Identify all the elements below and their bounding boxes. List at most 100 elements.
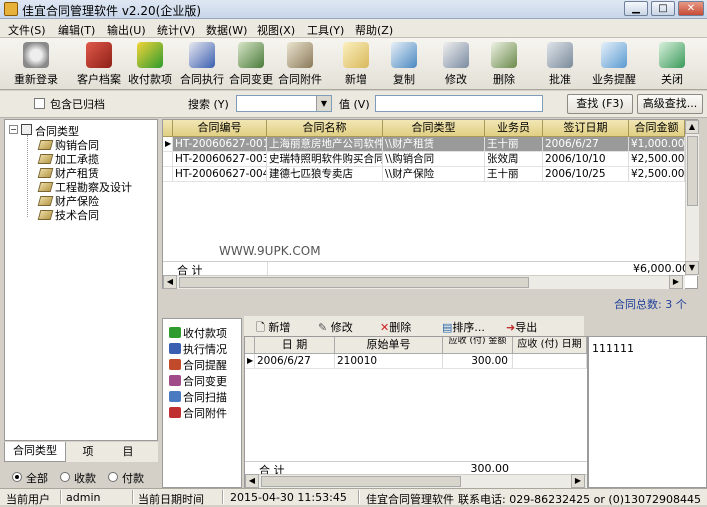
scroll-left-icon[interactable]: ◀ — [163, 275, 177, 289]
scroll-left-icon[interactable]: ◀ — [245, 474, 259, 488]
tab-list[interactable]: 目 — [108, 444, 148, 461]
list-item-attachment[interactable]: 合同附件 — [169, 405, 227, 421]
customer-file-icon — [86, 42, 112, 68]
contract-execute-icon — [189, 42, 215, 68]
add-icon — [343, 42, 369, 68]
radio-all[interactable] — [12, 472, 22, 482]
menu-statistics[interactable]: 统计(V) — [157, 22, 195, 38]
relogin-button[interactable]: 重新登录 — [8, 40, 64, 88]
detail-area: 收付款项 执行情况 合同提醒 合同变更 合同扫描 合同附件 🗋 新增 ✎ 修改 … — [162, 316, 707, 488]
close-window-button[interactable]: ✕ — [678, 1, 704, 16]
memo-text: 111111 — [592, 342, 634, 355]
column-header-contract-name[interactable]: 合同名称 — [267, 120, 383, 137]
radio-income-label: 收款 — [74, 472, 96, 485]
table-row[interactable]: HT-20060627-003 史瑞特照明软件购买合同 \\购销合同 张效周 2… — [163, 152, 685, 167]
detail-total-row: 合 计 300.00 — [245, 461, 587, 477]
table-row[interactable]: ▶ HT-20060627-001 上海丽意房地产公司软件 \\财产租赁 王十丽… — [163, 137, 685, 152]
minimize-button[interactable]: ▁ — [624, 1, 648, 16]
contract-type-tree: − 合同类型 购销合同 加工承揽 财产租赁 工程勘察及设计 财产保险 技术合同 — [4, 119, 158, 441]
book-icon — [37, 196, 54, 206]
vertical-scrollbar[interactable]: ▲ ▼ — [685, 120, 699, 276]
tab-contract-type[interactable]: 合同类型 — [4, 442, 66, 462]
delete-icon — [491, 42, 517, 68]
menu-tools[interactable]: 工具(Y) — [307, 22, 344, 38]
menu-view[interactable]: 视图(X) — [257, 22, 295, 38]
horizontal-scrollbar[interactable]: ◀ ▶ — [163, 275, 685, 289]
tree-guide — [27, 135, 28, 217]
scroll-right-icon[interactable]: ▶ — [571, 474, 585, 488]
column-header-receivable-amount[interactable]: 应收 (付) 金额 — [443, 337, 513, 354]
table-row[interactable]: HT-20060627-004 建德七匹狼专卖店 \\财产保险 王十丽 2006… — [163, 167, 685, 182]
detail-export-button[interactable]: ➜导出 — [506, 319, 537, 335]
book-icon — [37, 210, 54, 220]
approve-button[interactable]: 批准 — [540, 40, 580, 88]
contract-attachment-button[interactable]: 合同附件 — [276, 40, 324, 88]
radio-income[interactable] — [60, 472, 70, 482]
scroll-down-icon[interactable]: ▼ — [685, 261, 699, 275]
app-icon — [4, 2, 18, 16]
column-header-amount[interactable]: 合同金额 — [629, 120, 685, 137]
scroll-up-icon[interactable]: ▲ — [685, 120, 699, 134]
contract-count-label: 合同总数: — [614, 298, 662, 311]
column-header-original-no[interactable]: 原始单号 — [335, 337, 443, 354]
detail-delete-button[interactable]: ✕删除 — [380, 319, 411, 335]
scan-icon — [169, 391, 181, 402]
filter-bar: 包含已归档 搜索 (Y) ▼ 值 (V) 查找 (F3) 高级查找... — [0, 91, 707, 118]
column-header-date[interactable]: 日 期 — [255, 337, 335, 354]
relogin-icon — [23, 42, 49, 68]
table-row[interactable]: ▶ 2006/6/27 210010 300.00 — [245, 354, 587, 369]
include-archived-checkbox[interactable] — [34, 98, 45, 109]
menu-edit[interactable]: 编辑(T) — [58, 22, 95, 38]
list-item-execution[interactable]: 执行情况 — [169, 341, 227, 357]
value-input[interactable] — [375, 95, 543, 112]
collapse-toggle[interactable]: − — [9, 125, 18, 134]
list-item-reminder[interactable]: 合同提醒 — [169, 357, 227, 373]
detail-sort-button[interactable]: ▤排序... — [442, 319, 485, 335]
export-icon: ➜ — [506, 321, 516, 334]
scroll-thumb[interactable] — [261, 476, 461, 487]
reminder-button[interactable]: 业务提醒 — [586, 40, 642, 88]
delete-button[interactable]: 删除 — [484, 40, 524, 88]
attachment-icon — [169, 407, 181, 418]
column-header-sign-date[interactable]: 签订日期 — [543, 120, 629, 137]
contract-change-button[interactable]: 合同变更 — [226, 40, 276, 88]
advanced-find-button[interactable]: 高级查找... — [637, 94, 703, 114]
radio-payment-label: 付款 — [122, 472, 144, 485]
menu-output[interactable]: 输出(U) — [107, 22, 146, 38]
scroll-right-icon[interactable]: ▶ — [669, 275, 683, 289]
edit-icon — [443, 42, 469, 68]
column-header-contract-no[interactable]: 合同编号 — [173, 120, 267, 137]
payments-button[interactable]: 收付款项 — [124, 40, 176, 88]
add-button[interactable]: 新增 — [336, 40, 376, 88]
find-button[interactable]: 查找 (F3) — [567, 94, 633, 114]
radio-payment[interactable] — [108, 472, 118, 482]
menu-help[interactable]: 帮助(Z) — [355, 22, 393, 38]
tab-item[interactable]: 项 — [68, 444, 108, 461]
column-header-contract-type[interactable]: 合同类型 — [383, 120, 485, 137]
search-field-select[interactable]: ▼ — [236, 95, 332, 112]
detail-edit-button[interactable]: ✎ 修改 — [318, 319, 353, 335]
close-button[interactable]: 关闭 — [652, 40, 692, 88]
edit-button[interactable]: 修改 — [436, 40, 476, 88]
copy-button[interactable]: 复制 — [384, 40, 424, 88]
scroll-thumb[interactable] — [687, 136, 698, 206]
close-door-icon — [659, 42, 685, 68]
menu-file[interactable]: 文件(S) — [8, 22, 46, 38]
column-header-receivable-date[interactable]: 应收 (付) 日期 — [513, 337, 587, 354]
list-item-scan[interactable]: 合同扫描 — [169, 389, 227, 405]
customer-file-button[interactable]: 客户档案 — [72, 40, 126, 88]
scroll-thumb[interactable] — [179, 277, 529, 288]
chevron-down-icon[interactable]: ▼ — [316, 96, 331, 111]
memo-textarea[interactable]: 111111 — [588, 336, 707, 488]
contract-execute-button[interactable]: 合同执行 — [178, 40, 226, 88]
list-item-change[interactable]: 合同变更 — [169, 373, 227, 389]
list-item-payments[interactable]: 收付款项 — [169, 325, 227, 341]
maximize-button[interactable]: □ — [651, 1, 675, 16]
detail-horizontal-scrollbar[interactable]: ◀ ▶ — [245, 474, 587, 488]
column-header-salesperson[interactable]: 业务员 — [485, 120, 543, 137]
menu-data[interactable]: 数据(W) — [206, 22, 247, 38]
tree-item-technology[interactable]: 技术合同 — [37, 207, 99, 223]
reminder-icon — [169, 359, 181, 370]
detail-toolbar: 🗋 新增 ✎ 修改 ✕删除 ▤排序... ➜导出 — [244, 316, 584, 336]
folder-icon — [21, 124, 32, 135]
